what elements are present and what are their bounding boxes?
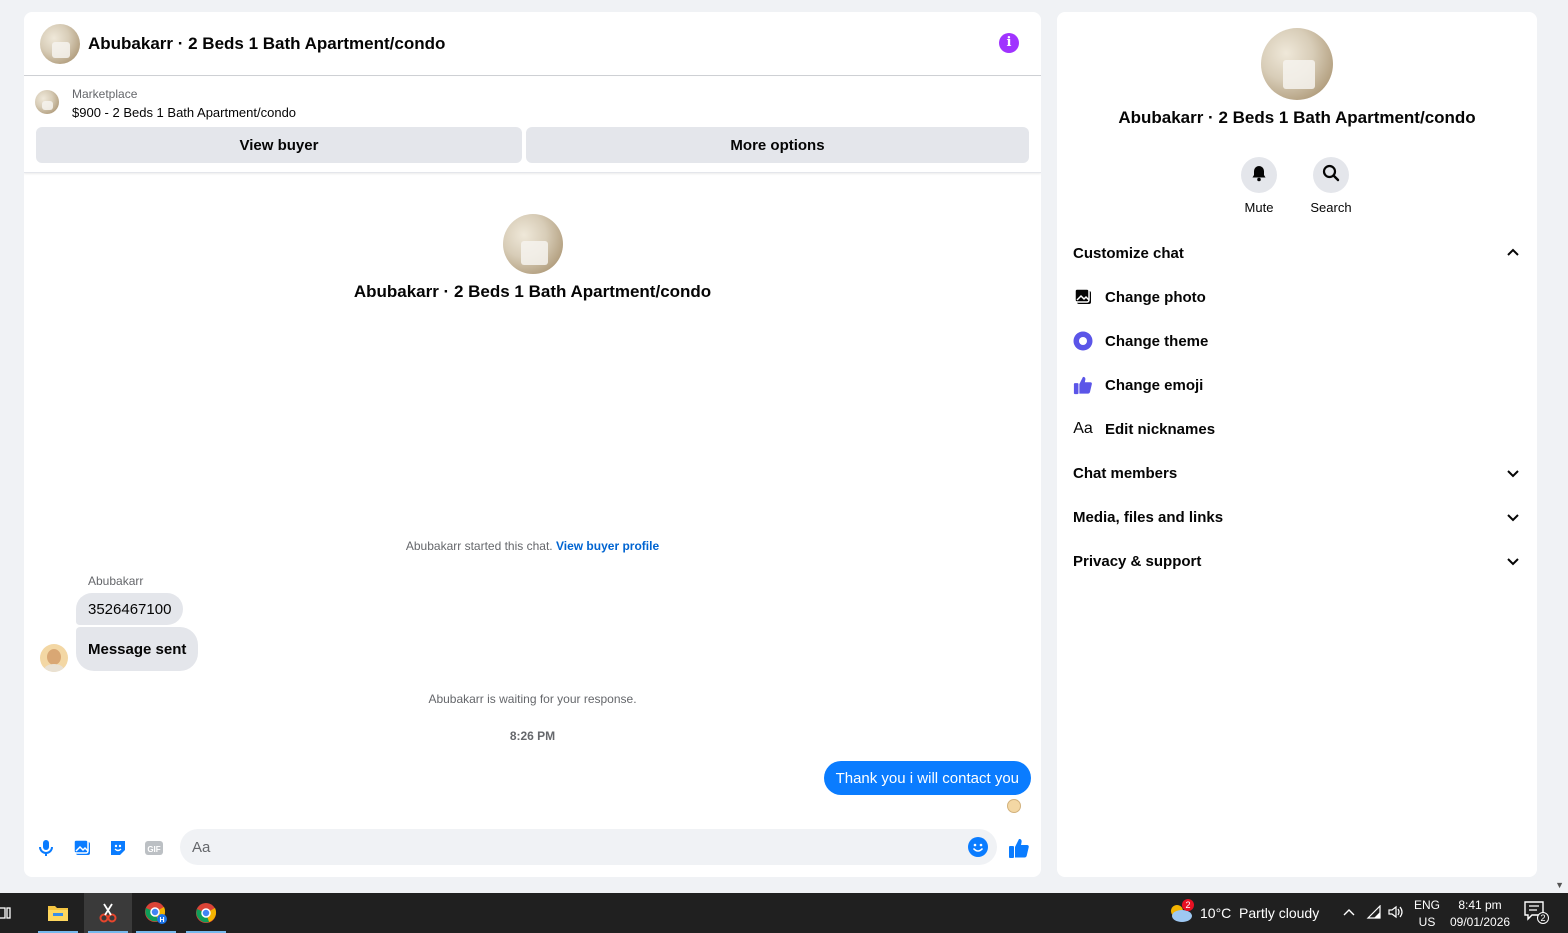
bell-icon (1250, 164, 1268, 187)
profile-title: Abubakarr · 2 Beds 1 Bath Apartment/cond… (1118, 108, 1476, 127)
chat-started-text: Abubakarr started this chat. (405, 539, 553, 553)
photo-icon (1073, 287, 1093, 307)
scroll-down-arrow[interactable]: ▼ (1555, 880, 1564, 890)
thumbs-up-icon (1073, 375, 1093, 395)
incoming-message[interactable]: Message sent (76, 627, 199, 671)
info-icon[interactable]: i (999, 33, 1019, 53)
message-input-wrapper (180, 829, 997, 865)
volume-icon[interactable] (1388, 905, 1404, 922)
network-icon[interactable] (1366, 904, 1382, 922)
privacy-support-label: Privacy & support (1073, 552, 1202, 570)
clock-time: 8:41 pm (1458, 898, 1502, 912)
chevron-down-icon (1505, 553, 1521, 569)
change-emoji-item[interactable]: Change emoji (1073, 365, 1521, 405)
intro-avatar (503, 214, 563, 274)
chat-panel: Abubakarr · 2 Beds 1 Bath Apartment/cond… (24, 12, 1041, 877)
message-timestamp: 8:26 PM (509, 729, 556, 743)
media-files-section[interactable]: Media, files and links (1073, 497, 1521, 537)
taskbar: H 2 10°C Partly cloudy ENG US 8:41 pm 09… (0, 893, 1568, 933)
chat-title[interactable]: Abubakarr · 2 Beds 1 Bath Apartment/cond… (88, 34, 445, 54)
photo-attach-icon[interactable] (70, 836, 94, 860)
mute-button[interactable]: Mute (1229, 157, 1289, 215)
weather-alert-badge: 2 (1182, 899, 1194, 911)
language-code: ENG (1414, 898, 1441, 912)
task-view-icon[interactable] (0, 893, 22, 933)
emoji-icon[interactable] (967, 836, 989, 858)
search-label: Search (1310, 200, 1352, 215)
marketplace-banner: Marketplace $900 - 2 Beds 1 Bath Apartme… (24, 77, 1041, 173)
marketplace-label: Marketplace (72, 87, 138, 101)
chat-header: Abubakarr · 2 Beds 1 Bath Apartment/cond… (24, 12, 1041, 76)
chrome-icon[interactable] (182, 893, 230, 933)
conversation-info-panel: Abubakarr · 2 Beds 1 Bath Apartment/cond… (1057, 12, 1537, 877)
media-files-label: Media, files and links (1073, 508, 1224, 526)
change-photo-item[interactable]: Change photo (1073, 277, 1521, 317)
language-indicator[interactable]: ENG US (1414, 897, 1440, 931)
outgoing-message[interactable]: Thank you i will contact you (823, 761, 1031, 795)
change-theme-label: Change theme (1105, 332, 1209, 350)
file-explorer-icon[interactable] (34, 893, 82, 933)
listing-title[interactable]: $900 - 2 Beds 1 Bath Apartment/condo (72, 105, 296, 120)
search-icon (1322, 164, 1340, 187)
svg-text:H: H (159, 917, 164, 924)
chat-members-section[interactable]: Chat members (1073, 453, 1521, 493)
show-hidden-icons[interactable] (1342, 905, 1356, 922)
change-theme-item[interactable]: Change theme (1073, 321, 1521, 361)
privacy-support-section[interactable]: Privacy & support (1073, 541, 1521, 581)
message-input[interactable] (180, 829, 940, 865)
gif-icon[interactable]: GIF (142, 836, 166, 860)
notification-count: 2 (1537, 912, 1549, 924)
edit-nicknames-label: Edit nicknames (1105, 420, 1216, 438)
nickname-icon: Aa (1073, 420, 1093, 437)
svg-text:GIF: GIF (147, 845, 160, 854)
snipping-tool-icon[interactable] (84, 893, 132, 933)
thumbs-up-icon[interactable] (1007, 836, 1031, 860)
chevron-down-icon (1505, 465, 1521, 481)
change-emoji-label: Change emoji (1105, 376, 1204, 394)
chat-started-notice: Abubakarr started this chat. View buyer … (24, 539, 1041, 553)
mute-label: Mute (1244, 200, 1274, 215)
notification-center-icon[interactable]: 2 (1524, 901, 1549, 925)
profile-avatar[interactable] (1261, 28, 1333, 100)
sender-avatar[interactable] (40, 644, 68, 672)
partly-cloudy-icon: 2 (1168, 899, 1194, 923)
view-buyer-button[interactable]: View buyer (36, 127, 522, 163)
weather-text: 10°C Partly cloudy (1200, 905, 1320, 921)
sender-name: Abubakarr (88, 574, 144, 588)
region-code: US (1418, 915, 1436, 929)
search-button[interactable]: Search (1301, 157, 1361, 215)
intro-title: Abubakarr · 2 Beds 1 Bath Apartment/cond… (353, 282, 712, 301)
chevron-down-icon (1505, 509, 1521, 525)
waiting-notice: Abubakarr is waiting for your response. (428, 692, 637, 706)
more-options-button[interactable]: More options (526, 127, 1029, 163)
clock-date: 09/01/2026 (1450, 915, 1511, 929)
chat-members-label: Chat members (1073, 464, 1178, 482)
view-buyer-profile-link[interactable]: View buyer profile (556, 539, 659, 553)
microphone-icon[interactable] (34, 836, 58, 860)
listing-thumbnail[interactable] (35, 90, 59, 114)
chevron-up-icon (1505, 245, 1521, 261)
message-composer: GIF (24, 822, 1041, 872)
clock[interactable]: 8:41 pm 09/01/2026 (1450, 897, 1510, 931)
customize-chat-label: Customize chat (1073, 244, 1184, 262)
customize-chat-section[interactable]: Customize chat (1073, 233, 1521, 273)
seen-avatar (1007, 799, 1021, 813)
sticker-icon[interactable] (106, 836, 130, 860)
incoming-message[interactable]: 3526467100 (76, 593, 184, 625)
weather-widget[interactable]: 2 10°C Partly cloudy (1168, 899, 1320, 923)
theme-icon (1073, 331, 1093, 351)
edit-nicknames-item[interactable]: Aa Edit nicknames (1073, 409, 1521, 449)
chat-avatar[interactable] (40, 23, 80, 64)
change-photo-label: Change photo (1105, 288, 1206, 306)
chrome-profile-h-icon[interactable]: H (132, 893, 180, 933)
